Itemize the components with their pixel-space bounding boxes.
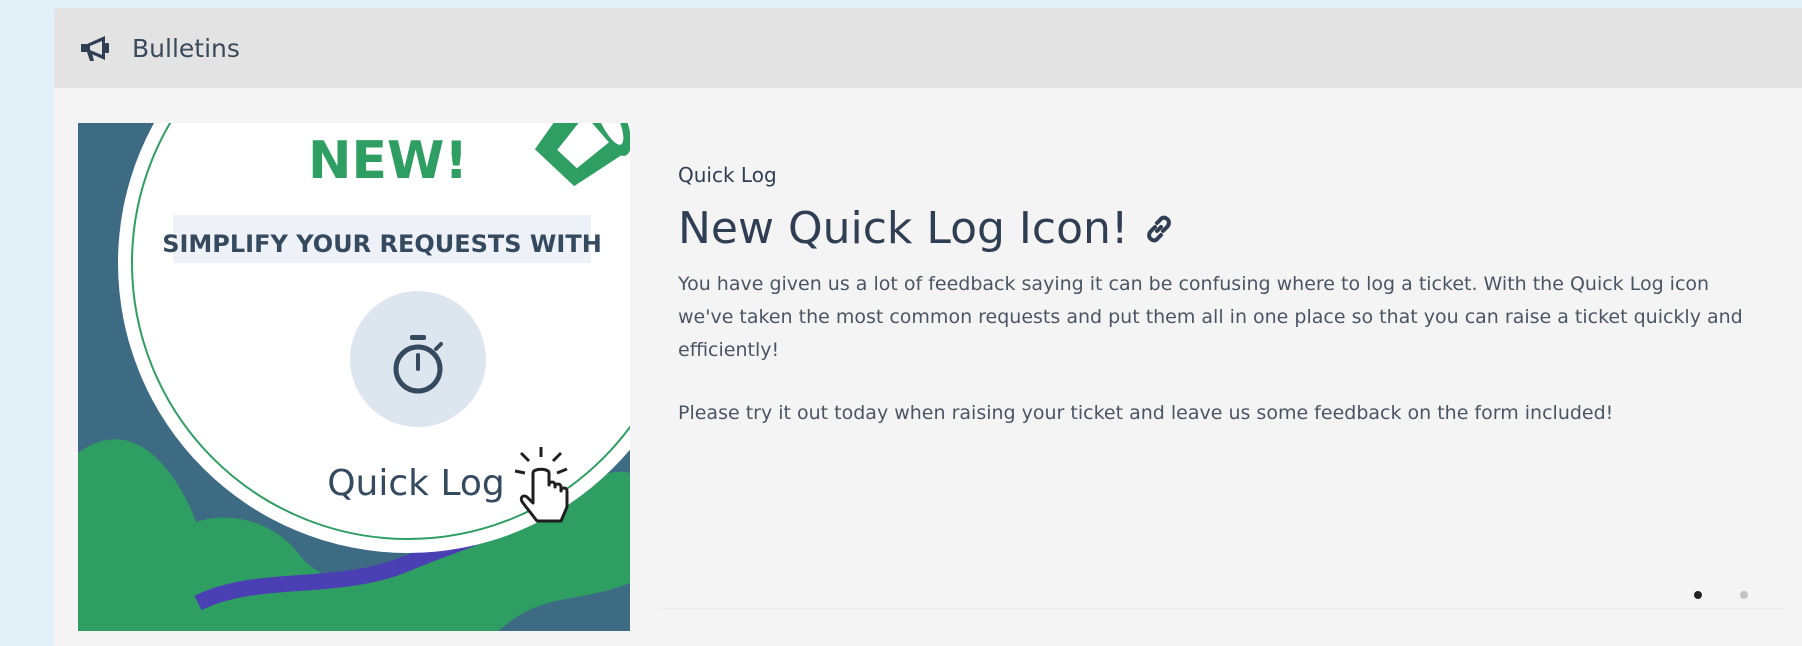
banner-product-label: Quick Log [327, 463, 505, 504]
bulletin-title: New Quick Log Icon! [678, 203, 1129, 254]
carousel-dot-1[interactable] [1694, 591, 1702, 599]
banner-tagline: SIMPLIFY YOUR REQUESTS WITH [162, 230, 602, 258]
bulletin-paragraph-1: You have given us a lot of feedback sayi… [678, 273, 1743, 361]
bulletin-body: You have given us a lot of feedback sayi… [678, 268, 1758, 430]
panel-header: Bulletins [54, 8, 1802, 88]
panel-body: NEW! SIMPLIFY YOUR REQUESTS WITH Quick L… [54, 88, 1802, 646]
bulletin-content: Quick Log New Quick Log Icon! You have g… [678, 163, 1758, 460]
carousel-dot-2[interactable] [1740, 591, 1748, 599]
bulletin-title-row: New Quick Log Icon! [678, 203, 1758, 254]
link-icon[interactable] [1143, 213, 1175, 245]
content-divider [658, 608, 1788, 609]
banner-new-label: NEW! [308, 131, 468, 191]
bulletin-paragraph-2: Please try it out today when raising you… [678, 402, 1614, 424]
bulletins-panel: Bulletins NEW! SIMPLIFY YOUR REQUESTS WI… [54, 8, 1802, 646]
bulletin-category: Quick Log [678, 163, 777, 187]
bulletin-banner-image[interactable]: NEW! SIMPLIFY YOUR REQUESTS WITH Quick L… [78, 123, 630, 631]
megaphone-icon [78, 33, 112, 63]
panel-title: Bulletins [132, 33, 240, 63]
carousel-indicators [1694, 591, 1748, 599]
